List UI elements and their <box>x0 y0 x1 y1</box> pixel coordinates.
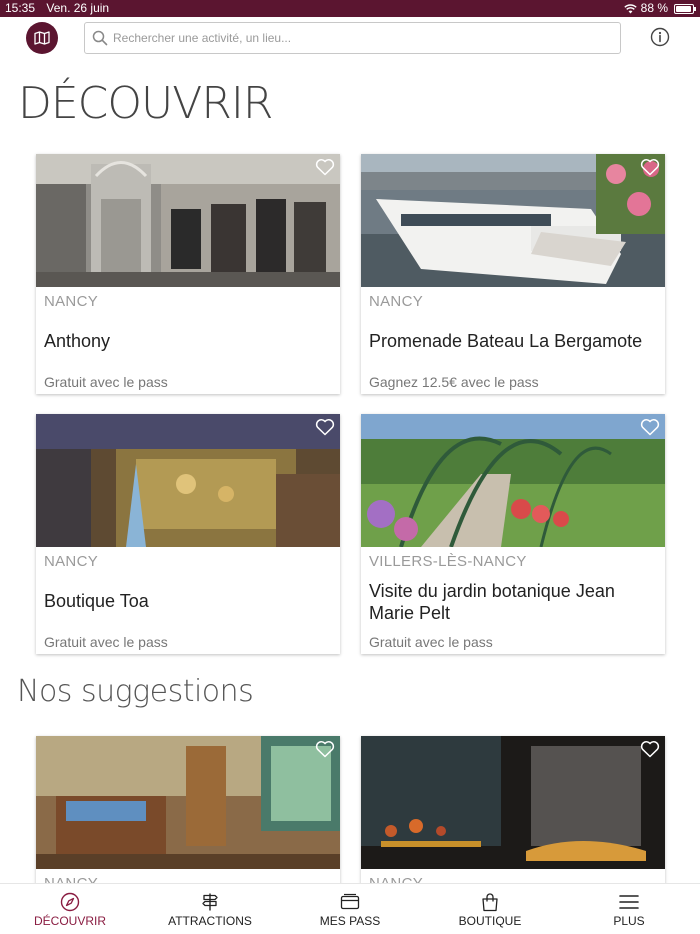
card-city: NANCY <box>369 293 424 310</box>
card-image <box>361 736 665 869</box>
nav-label: ATTRACTIONS <box>168 914 252 928</box>
card-title: Anthony <box>44 331 111 351</box>
map-button[interactable] <box>26 22 58 54</box>
nav-item-attractions[interactable]: ATTRACTIONS <box>162 884 258 934</box>
heart-outline-icon[interactable] <box>640 158 660 176</box>
map-icon <box>34 31 50 45</box>
section-title: Nos suggestions <box>17 674 254 709</box>
nav-label: MES PASS <box>319 914 381 928</box>
card-image <box>361 414 665 547</box>
search-bar[interactable] <box>84 22 621 54</box>
card-title: Promenade Bateau La Bergamote <box>369 331 643 351</box>
card-title: Boutique Toa <box>44 591 149 611</box>
page-title: DÉCOUVRIR <box>18 78 273 129</box>
shopping-bag-icon <box>482 893 498 912</box>
card-image <box>36 736 340 869</box>
card-title: Visite du jardin botanique Jean Marie Pe… <box>369 581 615 623</box>
status-time: 15:35 <box>5 1 36 15</box>
status-bar: 15:35 Ven. 26 juin 88 % <box>0 0 700 17</box>
activity-card[interactable]: NANCY Promenade Bateau La Bergamote Gagn… <box>361 154 665 394</box>
suggestion-card[interactable]: NANCY <box>36 736 340 896</box>
card-image <box>36 154 340 287</box>
heart-outline-icon[interactable] <box>640 740 660 758</box>
heart-outline-icon[interactable] <box>315 158 335 176</box>
card-price: Gagnez 12.5€ avec le pass <box>369 374 539 390</box>
bottom-navigation: DÉCOUVRIR ATTRACTIONS MES PASS BOUTIQUE … <box>0 883 700 934</box>
card-city: VILLERS-LÈS-NANCY <box>369 553 527 570</box>
card-price: Gratuit avec le pass <box>44 634 168 650</box>
heart-outline-icon[interactable] <box>640 418 660 436</box>
nav-item-decouvrir[interactable]: DÉCOUVRIR <box>30 884 110 934</box>
menu-icon <box>619 895 639 909</box>
nav-label: DÉCOUVRIR <box>33 914 106 928</box>
info-button[interactable] <box>650 27 670 47</box>
heart-outline-icon[interactable] <box>315 418 335 436</box>
top-bar <box>0 17 700 61</box>
nav-label: PLUS <box>613 914 645 928</box>
card-image <box>36 414 340 547</box>
search-icon <box>92 30 108 46</box>
card-price: Gratuit avec le pass <box>44 374 168 390</box>
info-icon <box>650 27 670 47</box>
activity-card[interactable]: NANCY Anthony Gratuit avec le pass <box>36 154 340 394</box>
nav-item-plus[interactable]: PLUS <box>594 884 664 934</box>
card-price: Gratuit avec le pass <box>369 634 493 650</box>
nav-item-mes-pass[interactable]: MES PASS <box>310 884 390 934</box>
card-icon <box>340 893 360 910</box>
card-image <box>361 154 665 287</box>
battery-percent: 88 % <box>640 1 668 15</box>
card-city: NANCY <box>44 553 99 570</box>
nav-item-boutique[interactable]: BOUTIQUE <box>450 884 530 934</box>
compass-icon <box>60 892 80 912</box>
suggestion-card[interactable]: NANCY <box>361 736 665 896</box>
search-input[interactable] <box>113 27 613 49</box>
status-date: Ven. 26 juin <box>46 1 110 15</box>
nav-label: BOUTIQUE <box>458 914 522 928</box>
activity-card[interactable]: VILLERS-LÈS-NANCY Visite du jardin botan… <box>361 414 665 654</box>
heart-outline-icon[interactable] <box>315 740 335 758</box>
battery-icon <box>674 3 696 14</box>
wifi-icon <box>623 3 637 13</box>
signpost-icon <box>202 893 218 911</box>
card-city: NANCY <box>44 293 99 310</box>
activity-card[interactable]: NANCY Boutique Toa Gratuit avec le pass <box>36 414 340 654</box>
